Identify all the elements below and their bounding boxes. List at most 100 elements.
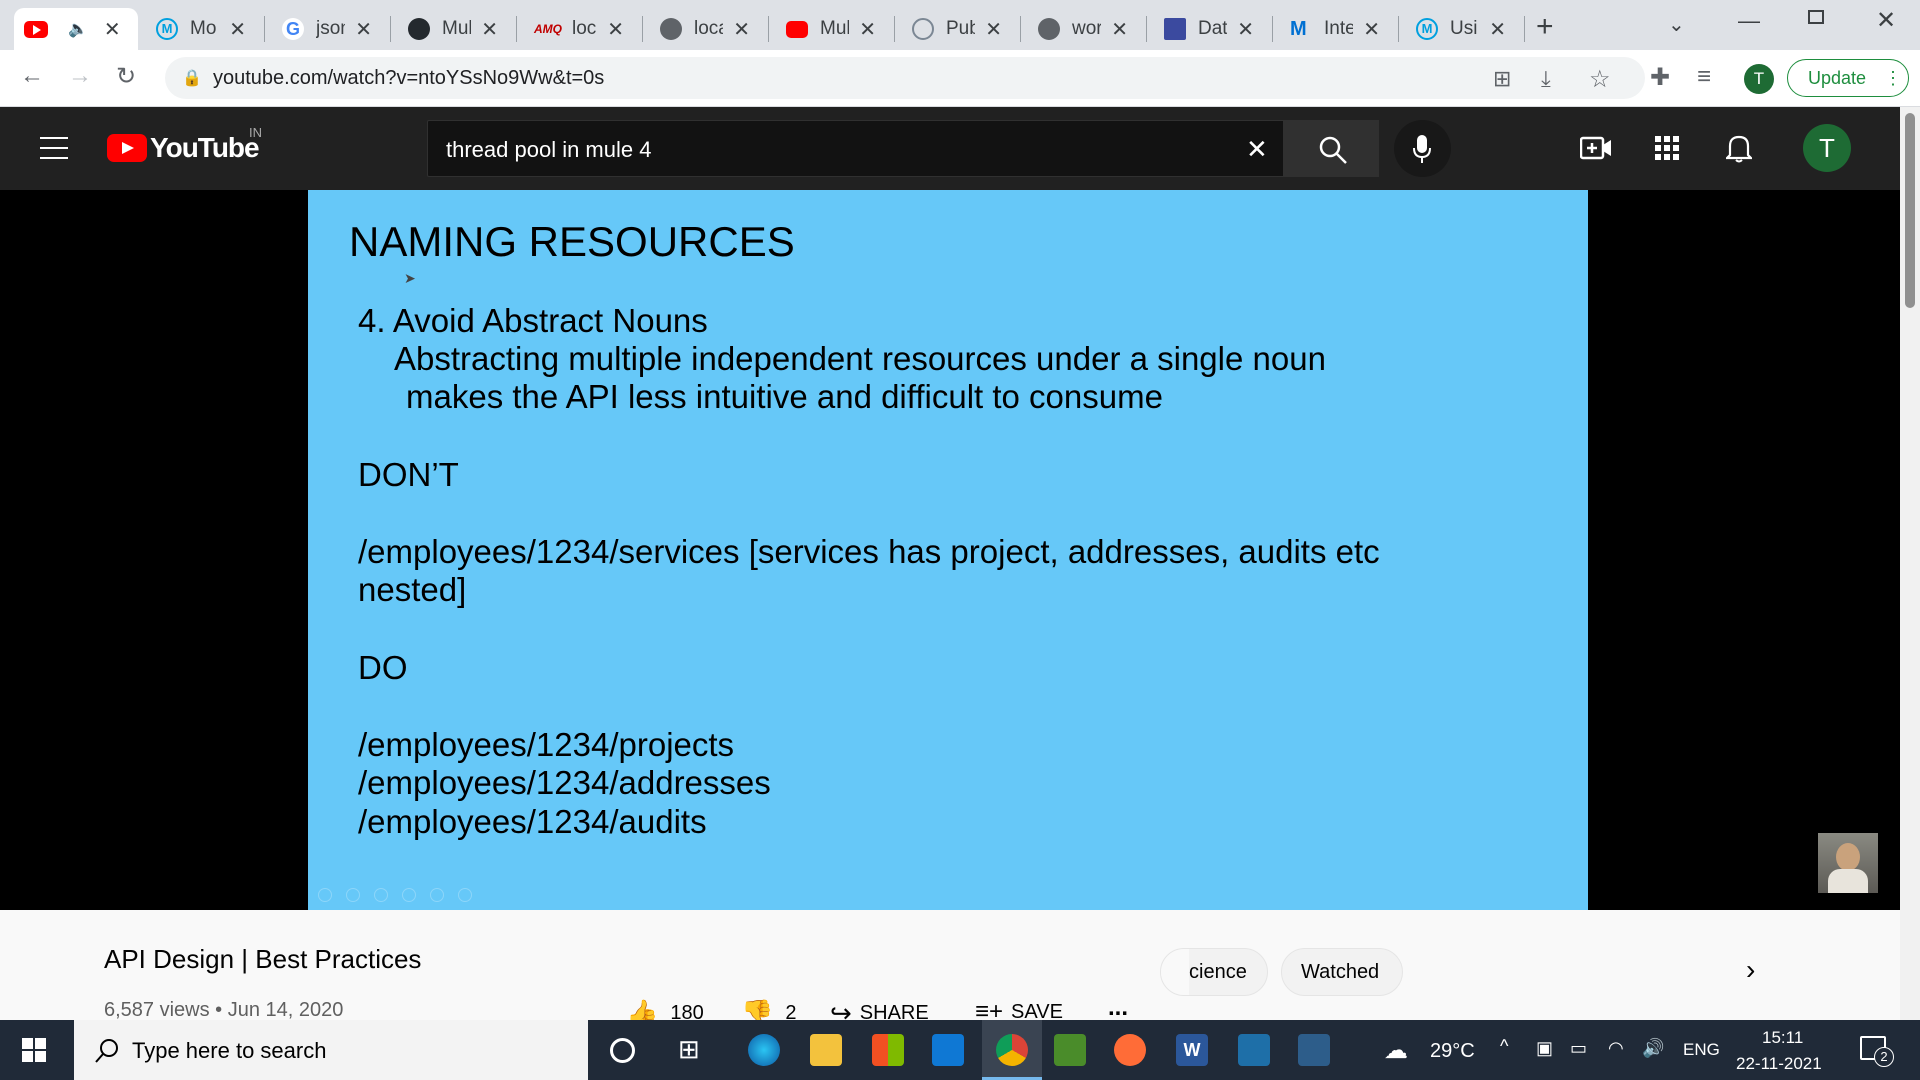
mail-icon[interactable]: [932, 1034, 964, 1066]
chrome-taskbar-button[interactable]: [982, 1020, 1042, 1080]
mysql-workbench-icon[interactable]: [1298, 1034, 1330, 1066]
voice-search-button[interactable]: [1394, 120, 1451, 177]
clock-date[interactable]: 22-11-2021: [1736, 1054, 1822, 1074]
url-text[interactable]: youtube.com/watch?v=ntoYSsNo9Ww&t=0s: [213, 67, 604, 90]
close-tab-icon[interactable]: ✕: [1237, 17, 1254, 42]
tab[interactable]: G json ✕: [272, 8, 382, 50]
close-tab-icon[interactable]: ✕: [733, 17, 750, 42]
close-tab-icon[interactable]: ✕: [985, 17, 1002, 42]
youtube-play-icon: [107, 134, 147, 162]
tab-separator: [642, 16, 643, 42]
tab[interactable]: M Inte ✕: [1280, 8, 1390, 50]
update-button[interactable]: Update ⋮: [1787, 59, 1909, 97]
close-window-icon[interactable]: ✕: [1876, 6, 1896, 35]
close-tab-icon[interactable]: ✕: [607, 17, 624, 42]
tab[interactable]: AMQ loca ✕: [524, 8, 634, 50]
chip-label: cience: [1189, 961, 1247, 983]
close-tab-icon[interactable]: ✕: [1111, 17, 1128, 42]
close-tab-icon[interactable]: ✕: [481, 17, 498, 42]
video-title: API Design | Best Practices: [104, 944, 422, 974]
bookmark-star-icon[interactable]: ☆: [1589, 65, 1611, 94]
address-bar[interactable]: 🔒 youtube.com/watch?v=ntoYSsNo9Ww&t=0s ⊞…: [165, 57, 1645, 99]
minimize-icon[interactable]: —: [1738, 8, 1760, 34]
tab-separator: [1398, 16, 1399, 42]
notifications-bell-icon[interactable]: [1726, 133, 1752, 163]
more-actions-button[interactable]: ...: [1108, 994, 1128, 1022]
windows-start-icon[interactable]: [22, 1038, 46, 1062]
tab-youtube-active[interactable]: 🔈 ✕: [14, 8, 138, 50]
temperature[interactable]: 29°C: [1430, 1040, 1475, 1063]
cortana-icon[interactable]: [610, 1038, 635, 1063]
youtube-logo[interactable]: YouTube: [107, 132, 260, 164]
back-icon[interactable]: ←: [20, 62, 44, 90]
close-tab-icon[interactable]: ✕: [104, 17, 121, 42]
word-icon[interactable]: W: [1176, 1034, 1208, 1066]
close-tab-icon[interactable]: ✕: [1363, 17, 1380, 42]
search-input[interactable]: thread pool in mule 4 ✕: [427, 120, 1284, 177]
app-install-icon[interactable]: ⊞: [1493, 66, 1511, 92]
tab-title: Mul: [442, 18, 472, 39]
slide-dont-label: DON’T: [358, 456, 459, 493]
tab[interactable]: Mul ✕: [398, 8, 508, 50]
create-video-icon[interactable]: [1580, 135, 1612, 161]
notification-center-icon[interactable]: 2: [1860, 1036, 1894, 1067]
youtube-header: YouTube IN thread pool in mule 4 ✕ T: [0, 107, 1900, 190]
tab[interactable]: M Mo ✕: [146, 8, 256, 50]
weather-cloud-icon[interactable]: ☁: [1384, 1036, 1408, 1065]
new-tab-icon[interactable]: +: [1536, 10, 1554, 44]
download-icon[interactable]: ⤓: [1541, 66, 1551, 92]
apps-grid-icon[interactable]: [1655, 136, 1680, 161]
taskbar-search-box[interactable]: Type here to search: [74, 1020, 588, 1080]
speaker-icon[interactable]: 🔈: [68, 19, 88, 39]
tab[interactable]: Mul ✕: [776, 8, 886, 50]
clock-time[interactable]: 15:11: [1762, 1028, 1803, 1048]
restore-icon[interactable]: [1808, 10, 1824, 24]
slide-point-heading: 4. Avoid Abstract Nouns: [358, 302, 708, 339]
reload-icon[interactable]: ↻: [116, 62, 136, 91]
extensions-icon[interactable]: ✚: [1650, 63, 1670, 92]
edge-browser-icon[interactable]: [748, 1034, 780, 1066]
close-tab-icon[interactable]: ✕: [1489, 17, 1506, 42]
scrollbar-thumb[interactable]: [1905, 113, 1915, 308]
tab[interactable]: wor ✕: [1028, 8, 1138, 50]
hamburger-menu-icon[interactable]: [40, 137, 68, 159]
search-button[interactable]: [1284, 120, 1379, 177]
close-tab-icon[interactable]: ✕: [859, 17, 876, 42]
chevron-right-icon[interactable]: ›: [1746, 954, 1755, 986]
volume-icon[interactable]: 🔊: [1642, 1038, 1664, 1059]
slide-do-label: DO: [358, 649, 408, 686]
anypoint-studio-icon[interactable]: [1238, 1034, 1270, 1066]
tab[interactable]: loca ✕: [650, 8, 760, 50]
file-explorer-icon[interactable]: [810, 1034, 842, 1066]
microsoft-store-icon[interactable]: [872, 1034, 904, 1066]
tab-separator: [1146, 16, 1147, 42]
input-language[interactable]: ENG: [1683, 1040, 1720, 1060]
tab-separator: [768, 16, 769, 42]
postman-icon[interactable]: [1114, 1034, 1146, 1066]
forward-icon[interactable]: →: [68, 62, 92, 90]
profile-avatar[interactable]: T: [1744, 64, 1774, 94]
notepad-plus-plus-icon[interactable]: [1054, 1034, 1086, 1066]
video-player[interactable]: NAMING RESOURCES ➤ 4. Avoid Abstract Nou…: [0, 190, 1900, 910]
meet-now-icon[interactable]: ▣: [1536, 1038, 1553, 1059]
clear-search-icon[interactable]: ✕: [1246, 134, 1268, 165]
reading-list-icon[interactable]: ≡: [1697, 63, 1711, 91]
battery-icon[interactable]: ▭: [1570, 1038, 1587, 1059]
account-avatar[interactable]: T: [1803, 124, 1851, 172]
wifi-icon[interactable]: ◠: [1608, 1038, 1624, 1059]
search-input-value[interactable]: thread pool in mule 4: [446, 137, 651, 163]
task-view-icon[interactable]: ⊞: [678, 1034, 700, 1065]
tab[interactable]: Dat ✕: [1154, 8, 1264, 50]
mouse-cursor-icon: ➤: [404, 270, 416, 286]
tab[interactable]: M Usi ✕: [1406, 8, 1516, 50]
close-tab-icon[interactable]: ✕: [355, 17, 372, 42]
notification-count: 2: [1874, 1047, 1894, 1067]
tab-search-chevron-icon[interactable]: ⌄: [1668, 12, 1685, 37]
tab[interactable]: Pub ✕: [902, 8, 1012, 50]
close-tab-icon[interactable]: ✕: [229, 17, 246, 42]
chip-watched[interactable]: Watched: [1281, 948, 1403, 996]
lock-icon[interactable]: 🔒: [182, 68, 202, 88]
show-hidden-icons-icon[interactable]: ^: [1500, 1036, 1508, 1057]
chip[interactable]: cience: [1160, 948, 1268, 996]
page-scrollbar[interactable]: [1900, 107, 1920, 1020]
